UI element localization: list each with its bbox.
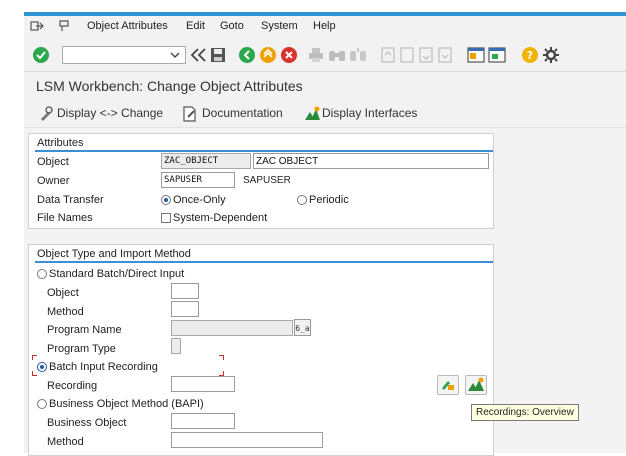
prev-page-icon xyxy=(399,47,415,63)
find-next-icon xyxy=(349,47,367,63)
command-field[interactable] xyxy=(62,46,186,64)
import-method-title: Object Type and Import Method xyxy=(37,248,191,260)
settings-icon[interactable] xyxy=(542,46,560,64)
program-name-field xyxy=(171,320,293,336)
recording-label: Recording xyxy=(47,380,98,392)
batch-input-recording-label: Batch Input Recording xyxy=(49,361,158,373)
import-method-title-underline xyxy=(35,261,493,263)
owner-field[interactable]: SAPUSER xyxy=(161,172,235,188)
help-icon[interactable]: ? xyxy=(521,46,539,64)
program-type-field xyxy=(171,338,181,354)
menu-system[interactable]: System xyxy=(261,20,298,32)
display-interfaces-icon xyxy=(303,106,321,122)
shortcut-icon[interactable] xyxy=(488,47,506,63)
display-change-button[interactable]: Display <-> Change xyxy=(57,106,163,120)
bapi-method-label: Method xyxy=(47,436,84,448)
exit-icon[interactable] xyxy=(259,46,277,64)
application-toolbar: Display <-> Change Documentation Display… xyxy=(24,100,626,128)
check-icon[interactable] xyxy=(32,46,50,64)
back-icon[interactable] xyxy=(238,46,256,64)
periodic-label: Periodic xyxy=(309,194,349,206)
data-transfer-label: Data Transfer xyxy=(37,194,104,206)
standard-batch-radio[interactable] xyxy=(37,269,47,279)
bapi-method-field[interactable] xyxy=(171,432,323,448)
std-method-field[interactable] xyxy=(171,301,199,317)
system-dependent-checkbox[interactable] xyxy=(161,213,171,223)
program-name-label: Program Name xyxy=(47,324,122,336)
attributes-title: Attributes xyxy=(37,137,84,149)
once-only-label: Once-Only xyxy=(173,194,226,206)
std-object-label: Object xyxy=(47,287,79,299)
import-method-group: Object Type and Import Method Standard B… xyxy=(28,244,494,456)
system-dependent-label: System-Dependent xyxy=(173,212,268,224)
focus-corner-tr xyxy=(219,355,224,360)
standard-toolbar: ? xyxy=(24,38,626,72)
print-icon xyxy=(308,47,324,63)
title-bar: LSM Workbench: Change Object Attributes xyxy=(24,72,626,100)
owner-description: SAPUSER xyxy=(243,175,291,186)
file-names-label: File Names xyxy=(37,212,93,224)
next-page-icon xyxy=(418,47,434,63)
display-change-icon xyxy=(38,106,54,122)
page-title: LSM Workbench: Change Object Attributes xyxy=(36,78,303,94)
attributes-group: Attributes Object ZAC_OBJECT ZAC OBJECT … xyxy=(28,133,494,229)
business-object-field[interactable] xyxy=(171,413,235,429)
recordings-overview-tooltip: Recordings: Overview xyxy=(471,404,579,421)
object-field[interactable]: ZAC_OBJECT xyxy=(161,153,251,169)
periodic-radio[interactable] xyxy=(297,195,307,205)
menu-help[interactable]: Help xyxy=(313,20,336,32)
menu-icon-exit[interactable] xyxy=(30,20,44,32)
program-type-label: Program Type xyxy=(47,343,116,355)
command-dropdown-icon[interactable] xyxy=(170,51,180,59)
menu-edit[interactable]: Edit xyxy=(186,20,205,32)
display-interfaces-button[interactable]: Display Interfaces xyxy=(322,106,417,120)
menu-goto[interactable]: Goto xyxy=(220,20,244,32)
new-session-icon[interactable] xyxy=(467,47,485,63)
attributes-title-underline xyxy=(35,150,493,152)
first-page-icon xyxy=(380,47,396,63)
cancel-icon[interactable] xyxy=(280,46,298,64)
program-name-search-button[interactable]: 6̲a xyxy=(294,319,311,336)
back-double-icon[interactable] xyxy=(190,47,208,63)
batch-input-recording-radio[interactable] xyxy=(37,362,47,372)
documentation-icon xyxy=(182,106,198,122)
menu-bar: Object Attributes Edit Goto System Help xyxy=(24,16,626,38)
std-object-field[interactable] xyxy=(171,283,199,299)
object-description-field[interactable]: ZAC OBJECT xyxy=(253,153,489,169)
recording-edit-button[interactable] xyxy=(437,375,459,395)
bapi-label: Business Object Method (BAPI) xyxy=(49,398,204,410)
bapi-radio[interactable] xyxy=(37,399,47,409)
svg-text:?: ? xyxy=(527,49,533,62)
menu-icon-pin[interactable] xyxy=(58,20,72,32)
program-name-search-icon: 6̲a xyxy=(295,324,310,333)
recording-field[interactable] xyxy=(171,376,235,392)
save-icon[interactable] xyxy=(210,47,226,63)
focus-corner-tl xyxy=(32,355,37,360)
find-icon xyxy=(328,47,346,63)
std-method-label: Method xyxy=(47,306,84,318)
object-label: Object xyxy=(37,156,69,168)
menu-object-attributes[interactable]: Object Attributes xyxy=(87,20,168,32)
once-only-radio[interactable] xyxy=(161,195,171,205)
focus-corner-bl xyxy=(32,371,37,376)
standard-batch-label: Standard Batch/Direct Input xyxy=(49,268,185,280)
recordings-overview-button[interactable] xyxy=(465,375,487,395)
documentation-button[interactable]: Documentation xyxy=(202,106,283,120)
last-page-icon xyxy=(437,47,453,63)
business-object-label: Business Object xyxy=(47,417,127,429)
owner-label: Owner xyxy=(37,175,70,187)
